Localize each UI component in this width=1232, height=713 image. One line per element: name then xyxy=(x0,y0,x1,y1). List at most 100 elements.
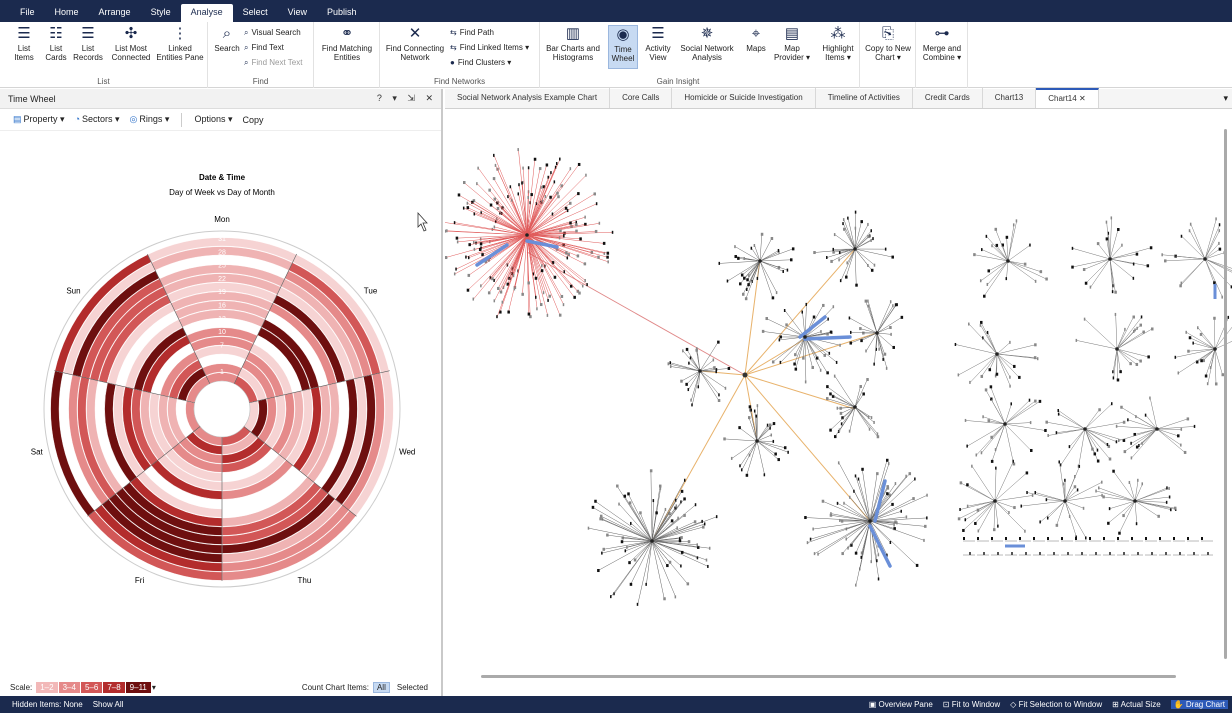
wheel-subtitle: Day of Week vs Day of Month xyxy=(169,188,275,197)
show-all-link[interactable]: Show All xyxy=(93,700,124,709)
ribbon-group-copy: ⎘ Copy to New Chart ▾ xyxy=(860,22,916,88)
network-cluster[interactable] xyxy=(973,219,1048,298)
horizontal-scrollbar[interactable] xyxy=(481,675,1176,678)
menu-arrange[interactable]: Arrange xyxy=(89,4,141,22)
tab-chart14[interactable]: Chart14 ✕ xyxy=(1036,88,1099,108)
network-cluster[interactable] xyxy=(848,299,904,370)
list-most-connected-button[interactable]: ✣ List Most Connected xyxy=(108,25,154,62)
count-selected-button[interactable]: Selected xyxy=(394,683,431,692)
network-cluster[interactable] xyxy=(825,374,880,439)
map-provider-button[interactable]: ▤ Map Provider ▾ xyxy=(772,25,812,62)
network-cluster[interactable] xyxy=(667,340,731,407)
map-pin-icon: ⌖ xyxy=(751,25,761,42)
network-cluster[interactable] xyxy=(1095,469,1177,535)
dropdown-icon[interactable]: ▾ xyxy=(392,93,397,103)
network-cluster[interactable] xyxy=(761,302,852,384)
find-next-text-button[interactable]: ⌕ Find Next Text xyxy=(244,58,302,68)
tab-sna-example[interactable]: Social Network Analysis Example Chart xyxy=(445,88,611,108)
find-path-button[interactable]: ⇆ Find Path xyxy=(450,28,494,38)
bar-charts-button[interactable]: ▥ Bar Charts and Histograms xyxy=(544,25,602,62)
search-icon: ⌕ xyxy=(222,25,232,42)
network-cluster[interactable] xyxy=(813,210,894,287)
find-text-button[interactable]: ⌕ Find Text xyxy=(244,43,284,53)
find-connecting-network-button[interactable]: ✕ Find Connecting Network xyxy=(384,25,446,62)
network-clusters xyxy=(445,148,1232,606)
network-cluster[interactable] xyxy=(964,385,1047,466)
scale-swatch: 9–11 xyxy=(125,681,151,693)
scale-dropdown-icon[interactable]: ▾ xyxy=(152,683,156,692)
list-cards-button[interactable]: ☷ List Cards xyxy=(42,25,70,62)
network-cluster[interactable] xyxy=(1020,460,1103,540)
network-cluster[interactable] xyxy=(1045,402,1126,468)
vertical-scrollbar[interactable] xyxy=(1224,129,1227,659)
tab-list-dropdown-icon[interactable]: ▾ xyxy=(1223,93,1228,104)
network-chart[interactable] xyxy=(445,109,1232,696)
search-button[interactable]: ⌕ Search xyxy=(212,25,242,53)
find-matching-entities-button[interactable]: ⚭ Find Matching Entities xyxy=(318,25,376,62)
network-cluster[interactable] xyxy=(1075,312,1154,382)
network-cluster[interactable] xyxy=(963,284,1217,556)
copy-chart-icon: ⎘ xyxy=(881,25,894,42)
options-button[interactable]: Options ▾ xyxy=(191,114,235,125)
hand-icon: ✋ xyxy=(1173,700,1184,709)
network-cluster[interactable] xyxy=(587,469,718,606)
menu-style[interactable]: Style xyxy=(141,4,181,22)
wheel-ring-label: 1 xyxy=(220,369,224,376)
network-cluster[interactable] xyxy=(957,459,1034,533)
network-cluster[interactable] xyxy=(954,320,1039,388)
overview-pane-button[interactable]: ▣ Overview Pane xyxy=(869,700,933,709)
close-tab-icon[interactable]: ✕ xyxy=(1079,94,1086,103)
menu-view[interactable]: View xyxy=(278,4,317,22)
count-all-button[interactable]: All xyxy=(372,681,390,693)
find-clusters-button[interactable]: ● Find Clusters ▾ xyxy=(450,58,511,68)
actual-size-button[interactable]: ⊞ Actual Size xyxy=(1112,700,1161,709)
menu-home[interactable]: Home xyxy=(45,4,89,22)
network-cluster[interactable] xyxy=(445,148,614,319)
binoculars-icon: ⚭ xyxy=(340,25,354,42)
drag-chart-button[interactable]: ✋ Drag Chart xyxy=(1170,700,1228,709)
menu-file[interactable]: File xyxy=(10,4,45,22)
wheel-ring-label: 7 xyxy=(220,342,224,349)
network-cluster[interactable] xyxy=(804,458,928,587)
list-records-button[interactable]: ☰ List Records xyxy=(73,25,103,62)
tab-timeline-activities[interactable]: Timeline of Activities xyxy=(816,88,913,108)
sectors-button[interactable]: ◔ Sectors ▾ xyxy=(72,114,123,125)
linked-entities-pane-button[interactable]: ⋮ Linked Entities Pane xyxy=(156,25,204,62)
rings-button[interactable]: ◎ Rings ▾ xyxy=(127,114,173,125)
network-cluster[interactable] xyxy=(1174,315,1232,386)
wheel-day-label: Sat xyxy=(31,447,44,456)
time-wheel-button[interactable]: ◉ Time Wheel xyxy=(608,25,638,69)
tab-chart13[interactable]: Chart13 xyxy=(983,88,1037,108)
actual-size-icon: ⊞ xyxy=(1112,700,1119,709)
wheel-ring-label: 19 xyxy=(218,289,226,296)
tab-core-calls[interactable]: Core Calls xyxy=(610,88,673,108)
activity-view-button[interactable]: ☰ Activity View xyxy=(642,25,674,62)
highlight-items-button[interactable]: ⁂ Highlight Items ▾ xyxy=(818,25,858,62)
wheel-ring-label: 13 xyxy=(218,316,226,323)
help-icon[interactable]: ? xyxy=(377,93,382,103)
network-cluster[interactable] xyxy=(1071,216,1153,294)
copy-button[interactable]: Copy xyxy=(240,115,267,125)
close-icon[interactable]: ✕ xyxy=(425,93,433,103)
menu-select[interactable]: Select xyxy=(233,4,278,22)
status-bar: Hidden Items: None Show All ▣ Overview P… xyxy=(0,696,1232,713)
list-items-button[interactable]: ☰ List Items xyxy=(10,25,38,62)
copy-to-new-chart-button[interactable]: ⎘ Copy to New Chart ▾ xyxy=(864,25,912,62)
property-button[interactable]: ▤ Property ▾ xyxy=(10,114,68,125)
menu-analyse[interactable]: Analyse xyxy=(180,4,233,22)
menu-publish[interactable]: Publish xyxy=(317,4,367,22)
fit-selection-button[interactable]: ◇ Fit Selection to Window xyxy=(1010,700,1102,709)
visual-search-button[interactable]: ⌕ Visual Search xyxy=(244,28,301,38)
fit-window-button[interactable]: ⊡ Fit to Window xyxy=(943,700,1000,709)
tab-homicide-investigation[interactable]: Homicide or Suicide Investigation xyxy=(672,88,816,108)
pin-icon[interactable]: ⇲ xyxy=(407,93,415,103)
time-wheel-chart[interactable]: Date & Time Day of Week vs Day of Month … xyxy=(0,165,443,685)
social-network-analysis-button[interactable]: ✵ Social Network Analysis xyxy=(677,25,737,62)
network-cluster[interactable] xyxy=(1161,217,1232,299)
merge-combine-button[interactable]: ⊶ Merge and Combine ▾ xyxy=(919,25,965,62)
network-cluster[interactable] xyxy=(1115,396,1196,460)
find-clusters-icon: ● xyxy=(450,58,455,67)
maps-button[interactable]: ⌖ Maps xyxy=(741,25,771,53)
tab-credit-cards[interactable]: Credit Cards xyxy=(913,88,983,108)
find-linked-items-button[interactable]: ⇆ Find Linked Items ▾ xyxy=(450,43,529,53)
